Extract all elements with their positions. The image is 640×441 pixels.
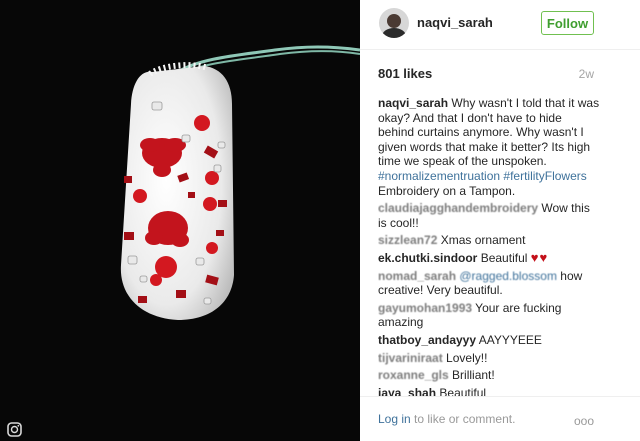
post-photo[interactable] — [0, 0, 360, 441]
comment: claudiajagghandembroidery Wow this is co… — [378, 201, 600, 230]
post-panel: naqvi_sarah Follow 801 likes 2w naqvi_sa… — [360, 0, 640, 441]
comment-username[interactable]: sizzlean72 — [378, 233, 437, 247]
hashtag-fertility[interactable]: #fertilityFlowers — [503, 169, 586, 183]
comment-mention[interactable]: @ragged.blossom — [459, 269, 557, 283]
comment-username[interactable]: tijvariniraat — [378, 351, 443, 365]
hashtag-normalize[interactable]: #normalizementruation — [378, 169, 500, 183]
comment: sizzlean72 Xmas ornament — [378, 233, 600, 248]
likes-count[interactable]: 801 likes — [378, 66, 432, 81]
comment-text: Beautiful — [480, 250, 528, 265]
comment-username[interactable]: ek.chutki.sindoor — [378, 251, 477, 265]
comment: gayumohan1993 Your are fucking amazing — [378, 301, 600, 330]
login-link[interactable]: Log in — [378, 412, 411, 426]
follow-button[interactable]: Follow — [541, 11, 594, 35]
avatar[interactable] — [379, 8, 409, 38]
comment: ek.chutki.sindoor Beautiful ♥♥ — [378, 249, 600, 266]
more-options-icon[interactable]: ooo — [574, 414, 594, 428]
comment-username[interactable]: claudiajagghandembroidery — [378, 201, 538, 215]
comment-text: Beautiful — [439, 385, 487, 396]
comment: jaya_shah Beautiful — [378, 386, 600, 396]
heart-emoji-icon: ♥♥ — [530, 249, 549, 265]
comment-username[interactable]: roxanne_gls — [378, 368, 449, 382]
comment-username[interactable]: nomad_sarah — [378, 269, 456, 283]
comment-text: Lovely!! — [446, 350, 488, 365]
comment-username[interactable]: thatboy_andayyy — [378, 333, 476, 347]
comment-username[interactable]: jaya_shah — [378, 386, 436, 396]
comment-username[interactable]: gayumohan1993 — [378, 301, 472, 315]
post-username[interactable]: naqvi_sarah — [417, 15, 493, 30]
comment-text: Xmas ornament — [440, 233, 526, 248]
comment: roxanne_gls Brilliant! — [378, 368, 600, 383]
comment: nomad_sarah @ragged.blossom how creative… — [378, 269, 600, 298]
comment-text: AAYYYEEE — [478, 332, 542, 347]
comments-list[interactable]: naqvi_sarah Why wasn't I told that it wa… — [378, 96, 600, 396]
caption-username[interactable]: naqvi_sarah — [378, 96, 448, 110]
post-time[interactable]: 2w — [579, 67, 594, 81]
login-prompt-text: to like or comment. — [410, 412, 516, 426]
comment: tijvariniraat Lovely!! — [378, 351, 600, 366]
caption-text-2: Embroidery on a Tampon. — [378, 183, 516, 198]
tampon-embroidery-image — [0, 0, 360, 441]
comment: thatboy_andayyy AAYYYEEE — [378, 333, 600, 348]
post-footer: Log in to like or comment. ooo — [360, 396, 640, 441]
login-prompt: Log in to like or comment. — [378, 412, 515, 426]
caption: naqvi_sarah Why wasn't I told that it wa… — [378, 96, 600, 198]
post-header: naqvi_sarah Follow — [360, 0, 640, 50]
comment-text: Brilliant! — [452, 368, 495, 383]
